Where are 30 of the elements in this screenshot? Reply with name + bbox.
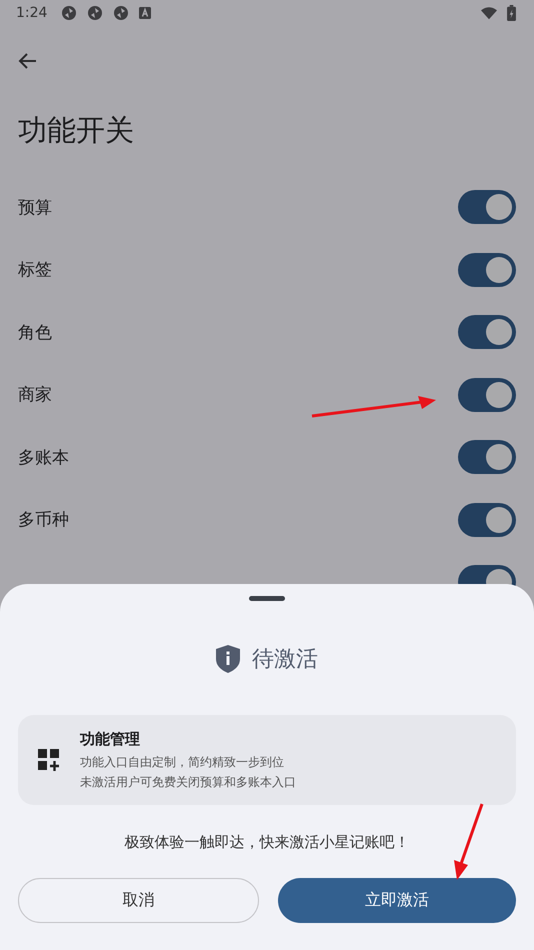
- card-description: 功能入口自由定制，简约精致一步到位: [80, 754, 285, 770]
- switch-label: 标签: [18, 259, 52, 282]
- aperture-icon: [113, 5, 130, 21]
- page-title: 功能开关: [17, 112, 135, 149]
- sheet-title: 待激活: [252, 646, 318, 674]
- status-time: 1:24: [16, 5, 48, 21]
- toggle-switch[interactable]: [458, 252, 516, 287]
- switch-label: 预算: [18, 196, 52, 219]
- switch-label: 角色: [18, 322, 52, 344]
- notification-icon: [139, 7, 152, 19]
- switch-label: 多账本: [18, 446, 69, 469]
- activate-button[interactable]: 立即激活: [278, 878, 516, 923]
- toggle-switch[interactable]: [458, 190, 516, 224]
- toggle-switch[interactable]: [458, 440, 516, 474]
- card-title: 功能管理: [80, 730, 141, 748]
- battery-icon: [507, 5, 516, 21]
- drag-handle[interactable]: [249, 596, 285, 601]
- switch-label: 多币种: [18, 509, 69, 532]
- toggle-switch[interactable]: [458, 502, 516, 537]
- aperture-icon: [61, 5, 78, 21]
- cancel-button[interactable]: 取消: [18, 878, 258, 923]
- card-description: 未激活用户可免费关闭预算和多账本入口: [80, 774, 296, 790]
- toggle-switch[interactable]: [458, 315, 516, 350]
- grid-add-icon: [38, 749, 60, 771]
- toggle-switch[interactable]: [458, 378, 516, 412]
- shield-info-icon: [216, 645, 240, 673]
- aperture-icon: [87, 5, 104, 21]
- switch-label: 商家: [18, 384, 52, 406]
- wifi-icon: [481, 5, 497, 21]
- promo-message: 极致体验一触即达，快来激活小星记账吧！: [124, 833, 410, 852]
